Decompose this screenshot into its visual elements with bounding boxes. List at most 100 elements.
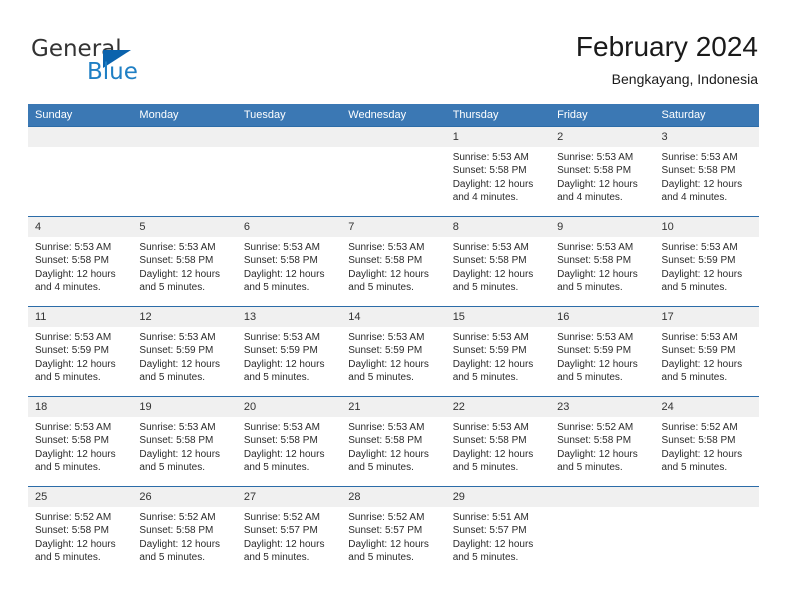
day-number: 18	[28, 397, 133, 417]
sunset-text: Sunset: 5:58 PM	[661, 435, 736, 447]
sunset-text: Sunset: 5:58 PM	[452, 435, 527, 447]
daylight-text: Daylight: 12 hours and 5 minutes.	[139, 538, 221, 564]
daylight-text: Daylight: 12 hours and 5 minutes.	[452, 448, 534, 474]
calendar-day-cell[interactable]: 3 Sunrise: 5:53 AM Sunset: 5:58 PM Daylight…	[654, 126, 759, 217]
calendar-day-cell[interactable]: 26 Sunrise: 5:52 AM Sunset: 5:58 PM Dayligh…	[132, 486, 237, 577]
calendar-day-cell[interactable]: 11 Sunrise: 5:53 AM Sunset: 5:59 PM Dayligh…	[28, 306, 133, 397]
sunset-text: Sunset: 5:59 PM	[557, 345, 632, 357]
day-details: Sunrise: 5:53 AM Sunset: 5:58 PM Daylight:…	[446, 237, 550, 295]
day-number: 13	[236, 307, 342, 327]
daylight-text: Daylight: 12 hours and 5 minutes.	[139, 448, 221, 474]
daylight-text: Daylight: 12 hours and 5 minutes.	[243, 538, 325, 564]
day-number: 20	[236, 397, 342, 417]
day-number: 22	[445, 397, 551, 417]
calendar-day-cell[interactable]: 1 Sunrise: 5:53 AM Sunset: 5:58 PM Daylight…	[445, 126, 551, 217]
day-number: 28	[341, 487, 446, 507]
calendar-day-cell[interactable]: 17 Sunrise: 5:53 AM Sunset: 5:59 PM Dayligh…	[654, 306, 759, 397]
sunrise-text: Sunrise: 5:52 AM	[348, 512, 425, 523]
day-number: 1	[445, 127, 551, 147]
day-details: Sunrise: 5:53 AM Sunset: 5:58 PM Daylight:…	[132, 237, 236, 295]
calendar-day-cell-empty	[236, 126, 342, 217]
daylight-text: Daylight: 12 hours and 4 minutes.	[35, 268, 116, 294]
day-details: Sunrise: 5:53 AM Sunset: 5:58 PM Daylight:…	[28, 417, 132, 475]
calendar-day-cell[interactable]: 5 Sunrise: 5:53 AM Sunset: 5:58 PM Daylight…	[132, 216, 237, 307]
calendar-day-cell[interactable]: 6 Sunrise: 5:53 AM Sunset: 5:58 PM Daylight…	[236, 216, 342, 307]
sunset-text: Sunset: 5:58 PM	[139, 255, 214, 267]
calendar-day-cell[interactable]: 18 Sunrise: 5:53 AM Sunset: 5:58 PM Dayligh…	[28, 396, 133, 487]
sunset-text: Sunset: 5:58 PM	[35, 255, 109, 267]
day-number: 29	[445, 487, 551, 507]
calendar-day-cell[interactable]: 4 Sunrise: 5:53 AM Sunset: 5:58 PM Daylight…	[28, 216, 133, 307]
day-details: Sunrise: 5:53 AM Sunset: 5:58 PM Daylight:…	[655, 147, 759, 205]
daylight-text: Daylight: 12 hours and 5 minutes.	[661, 358, 743, 384]
sunset-text: Sunset: 5:59 PM	[661, 255, 736, 267]
day-details: Sunrise: 5:53 AM Sunset: 5:59 PM Daylight:…	[550, 327, 654, 385]
calendar-day-cell[interactable]: 9 Sunrise: 5:53 AM Sunset: 5:58 PM Daylight…	[550, 216, 655, 307]
calendar-day-cell[interactable]: 29 Sunrise: 5:51 AM Sunset: 5:57 PM Dayligh…	[445, 486, 551, 577]
calendar-week-row: 11 Sunrise: 5:53 AM Sunset: 5:59 PM Dayligh…	[28, 306, 759, 397]
daylight-text: Daylight: 12 hours and 5 minutes.	[243, 448, 325, 474]
day-number: 27	[236, 487, 342, 507]
sunset-text: Sunset: 5:58 PM	[661, 165, 736, 177]
day-details: Sunrise: 5:53 AM Sunset: 5:59 PM Daylight:…	[655, 237, 759, 295]
sunrise-text: Sunrise: 5:53 AM	[35, 332, 112, 343]
logo-text-blue: Blue	[87, 59, 138, 85]
calendar-day-cell[interactable]: 24 Sunrise: 5:52 AM Sunset: 5:58 PM Dayligh…	[654, 396, 759, 487]
sunset-text: Sunset: 5:57 PM	[452, 525, 527, 537]
day-number: 24	[654, 397, 759, 417]
sunset-text: Sunset: 5:58 PM	[35, 435, 109, 447]
daylight-text: Daylight: 12 hours and 5 minutes.	[452, 538, 534, 564]
sunrise-text: Sunrise: 5:52 AM	[243, 512, 320, 523]
weekday-header-saturday: Saturday	[654, 104, 759, 127]
sunrise-text: Sunrise: 5:52 AM	[557, 422, 634, 433]
daylight-text: Daylight: 12 hours and 5 minutes.	[348, 358, 429, 384]
sunset-text: Sunset: 5:58 PM	[348, 435, 423, 447]
day-number: 12	[132, 307, 237, 327]
calendar-day-cell[interactable]: 21 Sunrise: 5:53 AM Sunset: 5:58 PM Dayligh…	[341, 396, 446, 487]
calendar-day-cell[interactable]: 23 Sunrise: 5:52 AM Sunset: 5:58 PM Dayligh…	[550, 396, 655, 487]
calendar-day-cell[interactable]: 8 Sunrise: 5:53 AM Sunset: 5:58 PM Daylight…	[445, 216, 551, 307]
sunset-text: Sunset: 5:58 PM	[557, 435, 632, 447]
calendar-header-row: Sunday Monday Tuesday Wednesday Thursday…	[28, 104, 759, 127]
sunrise-text: Sunrise: 5:53 AM	[452, 422, 529, 433]
calendar-day-cell[interactable]: 2 Sunrise: 5:53 AM Sunset: 5:58 PM Daylight…	[550, 126, 655, 217]
daylight-text: Daylight: 12 hours and 5 minutes.	[243, 358, 325, 384]
daylight-text: Daylight: 12 hours and 5 minutes.	[348, 448, 429, 474]
page-header: General Blue February 2024 Bengkayang, I…	[0, 0, 792, 104]
calendar-day-cell[interactable]: 22 Sunrise: 5:53 AM Sunset: 5:58 PM Dayligh…	[445, 396, 551, 487]
calendar-day-cell[interactable]: 19 Sunrise: 5:53 AM Sunset: 5:58 PM Dayligh…	[132, 396, 237, 487]
sunrise-text: Sunrise: 5:53 AM	[557, 332, 634, 343]
sunrise-text: Sunrise: 5:53 AM	[348, 332, 425, 343]
calendar-day-cell-empty	[132, 126, 237, 217]
calendar-day-cell[interactable]: 12 Sunrise: 5:53 AM Sunset: 5:59 PM Dayligh…	[132, 306, 237, 397]
calendar-day-cell[interactable]: 10 Sunrise: 5:53 AM Sunset: 5:59 PM Dayligh…	[654, 216, 759, 307]
sunset-text: Sunset: 5:58 PM	[139, 525, 214, 537]
weekday-header-tuesday: Tuesday	[236, 104, 342, 127]
sunrise-text: Sunrise: 5:53 AM	[557, 152, 634, 163]
day-number: 23	[550, 397, 655, 417]
general-blue-logo[interactable]: General Blue	[31, 36, 211, 88]
calendar-day-cell[interactable]: 27 Sunrise: 5:52 AM Sunset: 5:57 PM Dayligh…	[236, 486, 342, 577]
weekday-header-monday: Monday	[132, 104, 237, 127]
sunrise-text: Sunrise: 5:53 AM	[661, 332, 738, 343]
calendar-day-cell[interactable]: 16 Sunrise: 5:53 AM Sunset: 5:59 PM Dayligh…	[550, 306, 655, 397]
calendar-day-cell[interactable]: 7 Sunrise: 5:53 AM Sunset: 5:58 PM Daylight…	[341, 216, 446, 307]
day-details: Sunrise: 5:52 AM Sunset: 5:57 PM Daylight:…	[237, 507, 341, 565]
day-number: 9	[550, 217, 655, 237]
calendar-day-cell[interactable]: 28 Sunrise: 5:52 AM Sunset: 5:57 PM Dayligh…	[341, 486, 446, 577]
sunrise-text: Sunrise: 5:53 AM	[348, 242, 425, 253]
day-details: Sunrise: 5:52 AM Sunset: 5:57 PM Daylight:…	[341, 507, 445, 565]
calendar-day-cell[interactable]: 15 Sunrise: 5:53 AM Sunset: 5:59 PM Dayligh…	[445, 306, 551, 397]
day-details: Sunrise: 5:53 AM Sunset: 5:58 PM Daylight:…	[237, 237, 341, 295]
day-details: Sunrise: 5:53 AM Sunset: 5:58 PM Daylight:…	[28, 237, 132, 295]
calendar-day-cell[interactable]: 13 Sunrise: 5:53 AM Sunset: 5:59 PM Dayligh…	[236, 306, 342, 397]
daylight-text: Daylight: 12 hours and 5 minutes.	[452, 268, 534, 294]
sunset-text: Sunset: 5:58 PM	[557, 255, 632, 267]
calendar-day-cell[interactable]: 25 Sunrise: 5:52 AM Sunset: 5:58 PM Dayligh…	[28, 486, 133, 577]
day-number: 6	[236, 217, 342, 237]
calendar-day-cell[interactable]: 14 Sunrise: 5:53 AM Sunset: 5:59 PM Dayligh…	[341, 306, 446, 397]
calendar-day-cell[interactable]: 20 Sunrise: 5:53 AM Sunset: 5:58 PM Dayligh…	[236, 396, 342, 487]
sunrise-text: Sunrise: 5:52 AM	[35, 512, 112, 523]
day-details: Sunrise: 5:52 AM Sunset: 5:58 PM Daylight:…	[655, 417, 759, 475]
day-number: 14	[341, 307, 446, 327]
